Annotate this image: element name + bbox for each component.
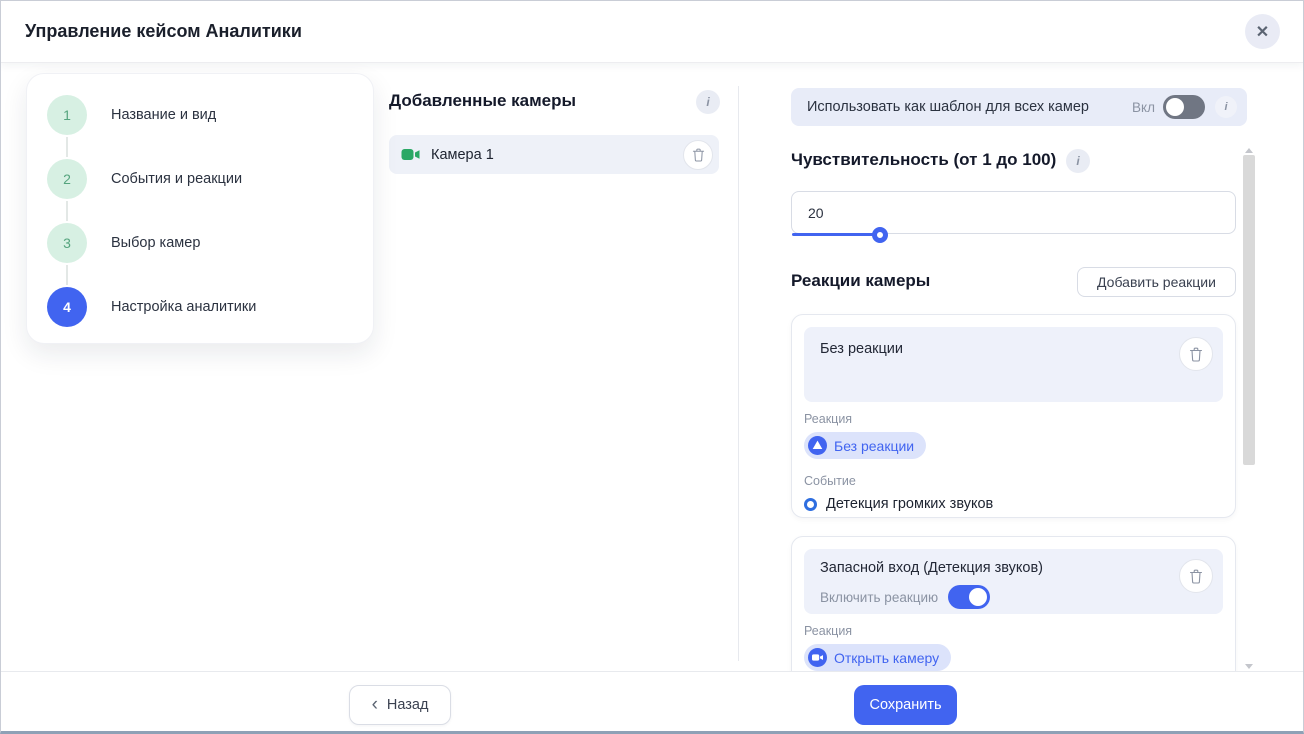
no-reaction-triangle-icon <box>808 436 827 455</box>
event-name: Детекция громких звуков <box>826 496 993 512</box>
step-analytics-settings[interactable]: 4 Настройка аналитики <box>27 287 373 327</box>
step-3-label: Выбор камер <box>111 235 200 251</box>
sensitivity-input[interactable] <box>791 191 1236 234</box>
event-ring-icon <box>804 498 817 511</box>
step-3-indicator: 3 <box>47 223 87 263</box>
toggle-knob <box>969 588 987 606</box>
template-banner: Использовать как шаблон для всех камер В… <box>791 88 1247 126</box>
template-toggle[interactable] <box>1163 95 1205 119</box>
step-events-reactions[interactable]: 2 События и реакции <box>27 159 373 199</box>
scroll-down-arrow-icon[interactable] <box>1245 664 1253 669</box>
manage-case-modal: Управление кейсом Аналитики ✕ 1 Название… <box>0 0 1304 734</box>
reaction-chip-label: Открыть камеру <box>834 650 939 666</box>
close-icon: ✕ <box>1256 22 1269 42</box>
camera-name: Камера 1 <box>431 147 683 163</box>
template-banner-label: Использовать как шаблон для всех камер <box>807 99 1132 115</box>
step-1-label: Название и вид <box>111 107 216 123</box>
reaction-chip-open-camera[interactable]: Открыть камеру <box>804 644 951 671</box>
toggle-knob <box>1166 98 1184 116</box>
delete-reaction-button[interactable] <box>1179 559 1213 593</box>
enable-reaction-label: Включить реакцию <box>820 590 938 605</box>
camera-list-item[interactable]: Камера 1 <box>389 135 719 174</box>
step-connector <box>66 265 68 285</box>
reaction-card-title: Запасной вход (Детекция звуков) <box>820 560 1207 576</box>
reaction-card-header: Без реакции <box>804 327 1223 402</box>
sensitivity-title: Чувствительность (от 1 до 100) <box>791 150 1056 170</box>
video-camera-icon <box>401 147 421 162</box>
save-button[interactable]: Сохранить <box>854 685 957 725</box>
trash-icon <box>1189 569 1203 584</box>
added-cameras-title: Добавленные камеры <box>389 91 576 111</box>
template-info-icon[interactable]: i <box>1215 96 1237 118</box>
event-row: Детекция громких звуков <box>804 496 1223 512</box>
close-button[interactable]: ✕ <box>1245 14 1280 49</box>
enable-reaction-toggle[interactable] <box>948 585 990 609</box>
step-connector <box>66 201 68 221</box>
step-camera-select[interactable]: 3 Выбор камер <box>27 223 373 263</box>
modal-header: Управление кейсом Аналитики ✕ <box>1 1 1303 63</box>
trash-icon <box>692 148 705 162</box>
reaction-field-label: Реакция <box>804 624 1223 638</box>
info-icon: i <box>1076 154 1079 168</box>
step-2-indicator: 2 <box>47 159 87 199</box>
step-2-label: События и реакции <box>111 171 242 187</box>
enable-reaction-row: Включить реакцию <box>820 585 1207 609</box>
info-icon: i <box>706 95 709 109</box>
add-reaction-button[interactable]: Добавить реакции <box>1077 267 1236 297</box>
event-field-label: Событие <box>804 474 1223 488</box>
page-title: Управление кейсом Аналитики <box>25 21 302 42</box>
back-button-label: Назад <box>387 697 429 713</box>
step-4-label: Настройка аналитики <box>111 299 256 315</box>
chevron-left-icon: ‹ <box>372 695 378 714</box>
reaction-card-header: Запасной вход (Детекция звуков) Включить… <box>804 549 1223 614</box>
info-icon: i <box>1224 101 1227 113</box>
reaction-card-title: Без реакции <box>820 341 1207 357</box>
open-camera-icon <box>808 648 827 667</box>
delete-camera-button[interactable] <box>683 140 713 170</box>
added-cameras-info-icon[interactable]: i <box>696 90 720 114</box>
scrollbar-thumb[interactable] <box>1243 155 1255 465</box>
sensitivity-info-icon[interactable]: i <box>1066 149 1090 173</box>
trash-icon <box>1189 347 1203 362</box>
delete-reaction-button[interactable] <box>1179 337 1213 371</box>
camera-reactions-title: Реакции камеры <box>791 271 930 291</box>
reaction-chip-label: Без реакции <box>834 438 914 454</box>
modal-footer: ‹ Назад Сохранить <box>1 671 1303 734</box>
template-toggle-label: Вкл <box>1132 100 1155 115</box>
step-connector <box>66 137 68 157</box>
wizard-stepper: 1 Название и вид 2 События и реакции 3 В… <box>26 73 374 344</box>
step-4-indicator: 4 <box>47 287 87 327</box>
reaction-card: Без реакции Реакция Без реакции Событие … <box>791 314 1236 518</box>
reaction-chip-no-reaction[interactable]: Без реакции <box>804 432 926 459</box>
step-name-and-type[interactable]: 1 Название и вид <box>27 95 373 135</box>
sensitivity-slider-track[interactable] <box>792 233 879 236</box>
column-divider <box>738 86 739 661</box>
back-button[interactable]: ‹ Назад <box>349 685 451 725</box>
scroll-up-arrow-icon[interactable] <box>1245 148 1253 153</box>
right-panel-scrollbar[interactable] <box>1241 146 1257 671</box>
step-1-indicator: 1 <box>47 95 87 135</box>
reaction-field-label: Реакция <box>804 412 1223 426</box>
sensitivity-slider-thumb[interactable] <box>872 227 888 243</box>
